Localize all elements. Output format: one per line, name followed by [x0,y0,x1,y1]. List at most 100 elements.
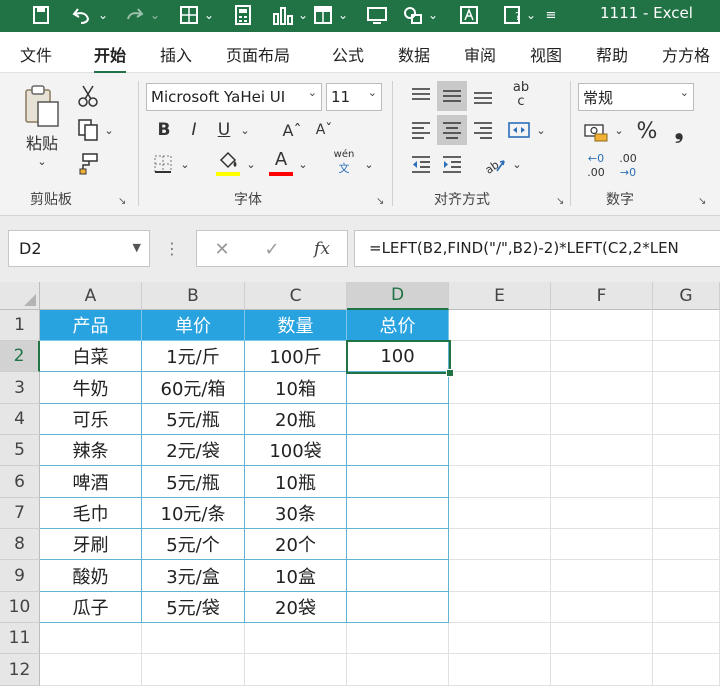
cell-c1[interactable]: 数量 [245,310,347,341]
row-header-2[interactable]: 2 [0,341,40,372]
cell-d6[interactable] [347,466,449,498]
chevron-down-icon[interactable]: ⌄ [534,121,548,139]
dialog-launcher-icon[interactable]: ↘ [376,196,384,207]
cut-icon[interactable] [74,83,102,109]
cell-a10[interactable]: 瓜子 [40,592,142,623]
cell-b3[interactable]: 60元/箱 [142,372,245,404]
orientation-icon[interactable]: ab [480,149,510,179]
column-header-d[interactable]: D [347,282,449,310]
cell-g4[interactable] [653,404,720,435]
chevron-down-icon[interactable]: ⌄ [202,3,216,27]
cell-a5[interactable]: 辣条 [40,435,142,466]
row-header-5[interactable]: 5 [0,435,40,466]
cell-d7[interactable] [347,498,449,529]
cell-f6[interactable] [551,466,653,498]
decrease-decimal-bottom[interactable]: →0 [614,165,642,179]
align-top-icon[interactable] [406,81,436,111]
text-box-icon[interactable] [456,3,482,27]
cell-f2[interactable] [551,341,653,372]
align-right-icon[interactable] [468,115,498,145]
formula-input[interactable]: =LEFT(B2,FIND("/",B2)-2)*LEFT(C2,2*LEN [354,230,720,267]
cell-e4[interactable] [449,404,551,435]
tab-fangfangge[interactable]: 方方格 [662,42,710,66]
row-header-9[interactable]: 9 [0,560,40,592]
cell-e6[interactable] [449,466,551,498]
align-left-icon[interactable] [406,115,436,145]
cell-b2[interactable]: 1元/斤 [142,341,245,372]
cell-e7[interactable] [449,498,551,529]
cell-f8[interactable] [551,529,653,560]
chevron-down-icon[interactable]: ⌄ [510,155,524,173]
cell-d1[interactable]: 总价 [347,310,449,341]
cell-c11[interactable] [245,623,347,654]
row-header-8[interactable]: 8 [0,529,40,560]
chevron-down-icon[interactable]: ⌄ [96,3,110,27]
cell-e8[interactable] [449,529,551,560]
underline-button[interactable]: U [212,117,236,143]
cell-b4[interactable]: 5元/瓶 [142,404,245,435]
increase-indent-icon[interactable] [437,149,467,179]
chevron-down-icon[interactable]: ▼ [133,241,141,254]
cell-e12[interactable] [449,654,551,686]
fill-handle[interactable] [446,369,454,377]
save-icon[interactable] [28,3,54,27]
align-bottom-icon[interactable] [468,81,498,111]
tab-help[interactable]: 帮助 [596,42,628,66]
cell-b5[interactable]: 2元/袋 [142,435,245,466]
cell-f12[interactable] [551,654,653,686]
cell-f4[interactable] [551,404,653,435]
cell-g10[interactable] [653,592,720,623]
column-header-g[interactable]: G [653,282,720,310]
column-header-f[interactable]: F [551,282,653,310]
cell-b10[interactable]: 5元/袋 [142,592,245,623]
cell-e1[interactable] [449,310,551,341]
cell-d3[interactable] [347,372,449,404]
cell-a9[interactable]: 酸奶 [40,560,142,592]
undo-icon[interactable] [70,3,96,27]
column-header-a[interactable]: A [40,282,142,310]
cell-g6[interactable] [653,466,720,498]
cell-f10[interactable] [551,592,653,623]
cell-b7[interactable]: 10元/条 [142,498,245,529]
tab-review[interactable]: 审阅 [464,42,496,66]
customize-icon[interactable]: ≡ [540,3,562,27]
chevron-down-icon[interactable]: ⌄ [244,155,258,173]
cell-c5[interactable]: 100袋 [245,435,347,466]
cell-d8[interactable] [347,529,449,560]
cell-d9[interactable] [347,560,449,592]
cell-g3[interactable] [653,372,720,404]
cell-g1[interactable] [653,310,720,341]
font-size-select[interactable]: 11 ⌄ [326,83,382,111]
enter-button[interactable]: ✓ [257,235,287,263]
cell-c2[interactable]: 100斤 [245,341,347,372]
chevron-down-icon[interactable]: ⌄ [612,121,626,139]
italic-button[interactable]: I [182,117,206,143]
number-format-select[interactable]: 常规 ⌄ [578,83,694,111]
borders-icon[interactable] [150,151,176,177]
chevron-down-icon[interactable]: ⌄ [102,121,116,139]
cell-b11[interactable] [142,623,245,654]
copy-icon[interactable] [74,117,102,143]
cell-a1[interactable]: 产品 [40,310,142,341]
decrease-indent-icon[interactable] [406,149,436,179]
row-header-11[interactable]: 11 [0,623,40,654]
wrap-text-bottom[interactable]: c [506,93,536,109]
bold-button[interactable]: B [152,117,176,143]
paste-button[interactable]: 粘贴 [20,131,64,153]
column-header-b[interactable]: B [142,282,245,310]
border-icon[interactable] [176,3,202,27]
cell-b12[interactable] [142,654,245,686]
calculator-icon[interactable] [230,3,256,27]
cell-b8[interactable]: 5元/个 [142,529,245,560]
tab-page-layout[interactable]: 页面布局 [226,42,290,66]
cell-f1[interactable] [551,310,653,341]
tab-insert[interactable]: 插入 [160,42,192,66]
tab-file[interactable]: 文件 [20,42,52,66]
help-icon[interactable]: ? [500,3,526,27]
chevron-down-icon[interactable]: ⌄ [362,155,376,173]
cell-f11[interactable] [551,623,653,654]
phonetic-guide-top[interactable]: wén [330,147,358,161]
tab-data[interactable]: 数据 [398,42,430,66]
column-header-c[interactable]: C [245,282,347,310]
table-icon[interactable] [310,3,336,27]
